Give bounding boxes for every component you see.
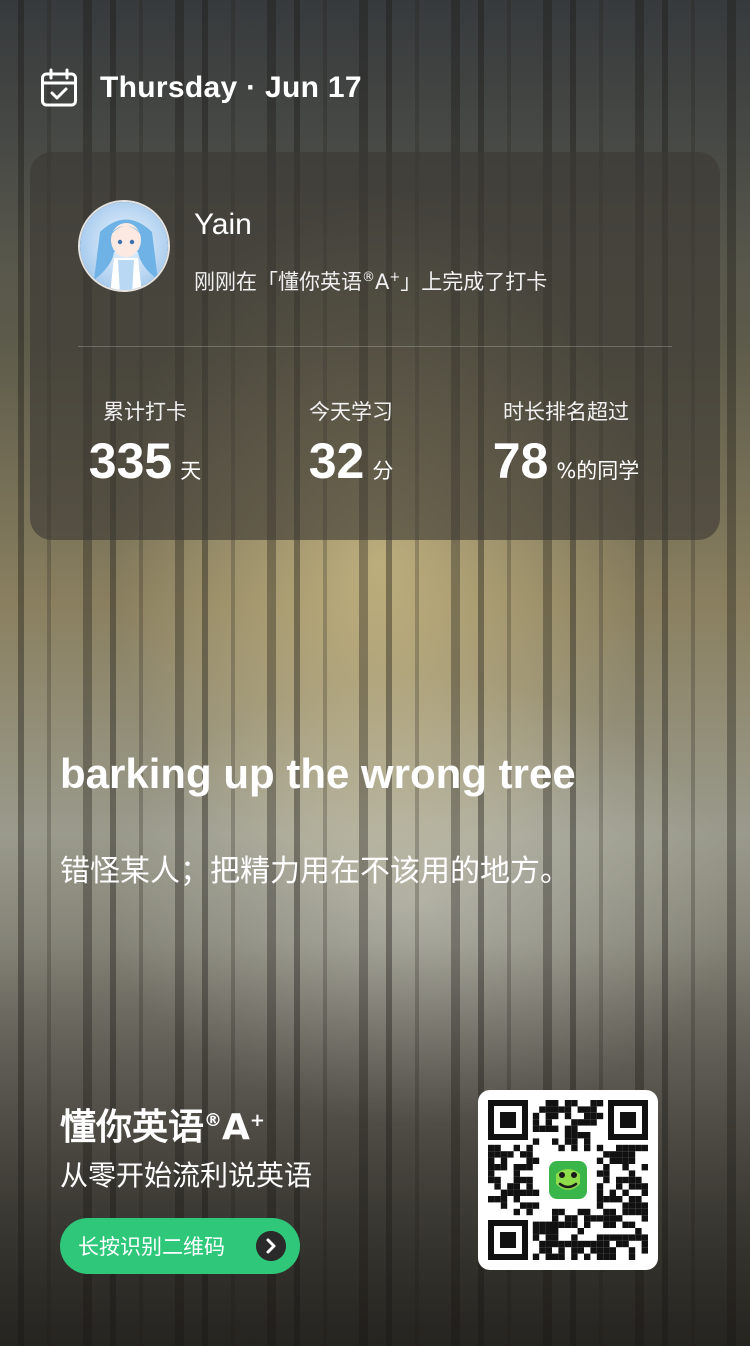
date-header: Thursday · Jun 17	[40, 68, 362, 108]
date-label: Thursday · Jun 17	[100, 71, 362, 104]
phrase-text: barking up the wrong tree	[60, 750, 576, 797]
checkin-card: Yain 刚刚在「懂你英语®A+」上完成了打卡 累计打卡 335 天 今天学习 …	[30, 152, 720, 540]
stat-label: 今天学习	[309, 400, 393, 424]
stat-unit: 天	[180, 459, 202, 483]
brand-title: 懂你英语®A+	[60, 1107, 265, 1148]
card-divider	[78, 346, 672, 347]
phrase-meaning: 错怪某人；把精力用在不该用的地方。	[60, 854, 570, 889]
stat-unit: 分	[372, 459, 394, 483]
avatar[interactable]	[78, 200, 170, 292]
user-name: Yain	[194, 208, 252, 241]
stat-value: 78	[492, 433, 549, 489]
checkin-status: 刚刚在「懂你英语®A+」上完成了打卡	[194, 270, 548, 294]
scan-qr-button[interactable]: 长按识别二维码	[60, 1218, 300, 1274]
stat-label: 累计打卡	[103, 400, 187, 424]
stat-value: 335	[88, 433, 173, 489]
stat-label: 时长排名超过	[503, 400, 629, 424]
stat-rank-percent: 时长排名超过 78 %的同学	[478, 396, 654, 490]
calendar-check-icon	[41, 68, 77, 107]
brand-slogan: 从零开始流利说英语	[60, 1159, 313, 1192]
stat-today-study: 今天学习 32 分	[292, 396, 410, 490]
stat-unit: %的同学	[556, 459, 640, 483]
chevron-right-icon	[256, 1231, 286, 1261]
qr-code-image	[488, 1100, 648, 1260]
app-logo-icon	[546, 1158, 590, 1202]
stat-total-checkins: 累计打卡 335 天	[88, 396, 202, 490]
cta-label: 长按识别二维码	[78, 1235, 225, 1259]
qr-code[interactable]	[478, 1090, 658, 1270]
stat-value: 32	[308, 433, 365, 489]
